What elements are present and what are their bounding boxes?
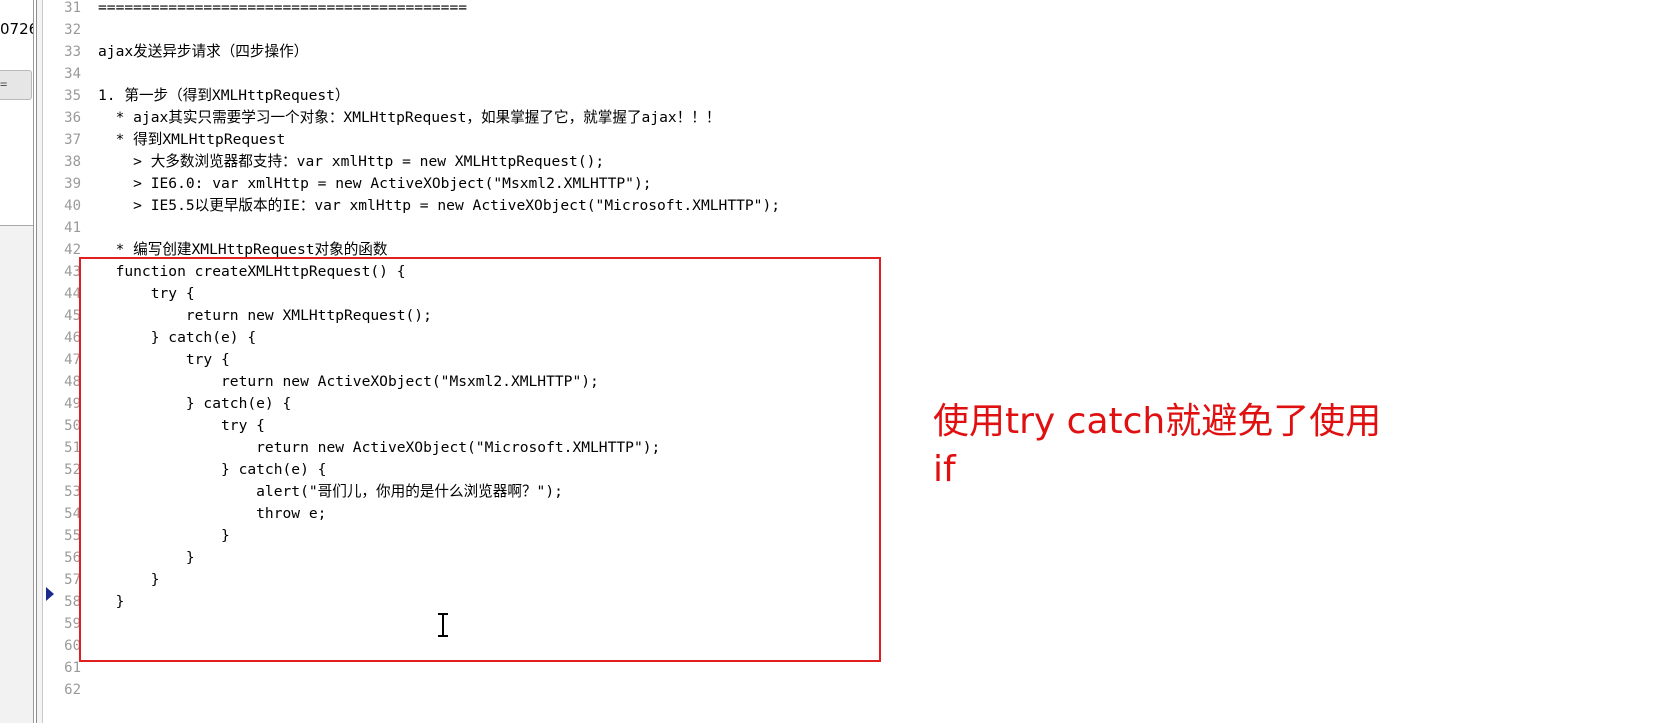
line-number: 32	[64, 22, 81, 38]
line-number: 45	[64, 308, 81, 324]
line-number: 61	[64, 660, 81, 676]
code-line[interactable]: * ajax其实只需要学习一个对象：XMLHttpRequest，如果掌握了它，…	[98, 107, 721, 129]
line-number: 59	[64, 616, 81, 632]
highlight-box	[79, 257, 881, 662]
code-line[interactable]: ajax发送异步请求（四步操作）	[98, 41, 308, 63]
line-number: 39	[64, 176, 81, 192]
annotation-text: 使用try catch就避免了使用 if	[933, 398, 1453, 494]
code-line[interactable]: > IE6.0: var xmlHttp = new ActiveXObject…	[98, 173, 651, 195]
left-panel-number: 0726	[0, 20, 33, 38]
line-number: 60	[64, 638, 81, 654]
current-line-arrow-icon	[46, 587, 54, 601]
line-number: 48	[64, 374, 81, 390]
line-number: 56	[64, 550, 81, 566]
text-cursor-icon	[437, 612, 449, 638]
line-number: 40	[64, 198, 81, 214]
left-panel-top: 0726 =	[0, 0, 33, 226]
line-number: 46	[64, 330, 81, 346]
annotation-line-1: 使用try catch就避免了使用	[933, 401, 1382, 442]
code-line[interactable]: ========================================…	[98, 0, 467, 19]
code-line[interactable]: * 得到XMLHttpRequest	[98, 129, 286, 151]
panel-splitter[interactable]	[36, 0, 43, 723]
line-number: 42	[64, 242, 81, 258]
code-line[interactable]: > IE5.5以更早版本的IE：var xmlHttp = new Active…	[98, 195, 780, 217]
line-number: 37	[64, 132, 81, 148]
code-line[interactable]: > 大多数浏览器都支持：var xmlHttp = new XMLHttpReq…	[98, 151, 604, 173]
left-panel-button-label: =	[0, 77, 8, 91]
left-panel: 0726 =	[0, 0, 34, 723]
line-number: 55	[64, 528, 81, 544]
line-number: 49	[64, 396, 81, 412]
screen: 0726 = 31 32 33 34 35 36 37 38 39 40 41 42 43 44 45 46 4…	[0, 0, 1679, 723]
annotation-line-2: if	[933, 449, 956, 490]
line-number: 53	[64, 484, 81, 500]
line-number: 51	[64, 440, 81, 456]
line-number: 34	[64, 66, 81, 82]
line-number: 47	[64, 352, 81, 368]
line-number: 36	[64, 110, 81, 126]
line-number: 50	[64, 418, 81, 434]
line-number: 43	[64, 264, 81, 280]
line-number: 54	[64, 506, 81, 522]
line-number: 52	[64, 462, 81, 478]
line-number: 38	[64, 154, 81, 170]
line-number: 41	[64, 220, 81, 236]
line-number: 35	[64, 88, 81, 104]
code-line[interactable]: 1. 第一步（得到XMLHttpRequest）	[98, 85, 350, 107]
line-number: 33	[64, 44, 81, 60]
left-panel-button[interactable]: =	[0, 70, 32, 100]
line-number: 44	[64, 286, 81, 302]
line-number: 62	[64, 682, 81, 698]
line-number: 31	[64, 0, 81, 16]
